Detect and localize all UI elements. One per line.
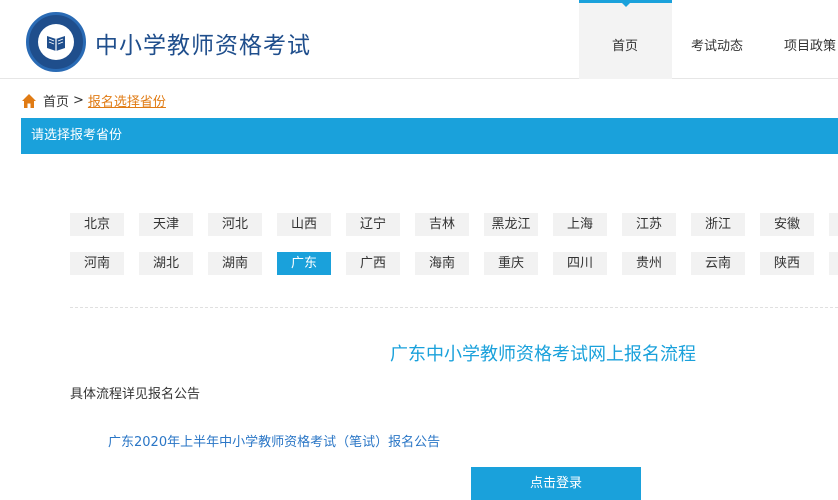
section-bar: 请选择报考省份 xyxy=(21,118,838,154)
site-logo[interactable] xyxy=(26,12,86,72)
book-icon xyxy=(47,36,65,51)
site-header: 中小学教师资格考试 首页 考试动态 项目政策 xyxy=(0,0,838,79)
section-divider xyxy=(70,307,838,308)
flow-subtitle: 具体流程详见报名公告 xyxy=(70,387,201,402)
flow-title: 广东中小学教师资格考试网上报名流程 xyxy=(390,344,696,365)
province-button-selected[interactable]: 广东 xyxy=(277,252,331,275)
province-button[interactable]: 山西 xyxy=(277,213,331,236)
province-button[interactable]: 湖南 xyxy=(208,252,262,275)
province-button[interactable]: 浙江 xyxy=(691,213,745,236)
province-button[interactable]: 辽宁 xyxy=(346,213,400,236)
province-button[interactable]: 湖北 xyxy=(139,252,193,275)
nav-active-arrow xyxy=(619,0,633,7)
province-button[interactable]: 陕西 xyxy=(760,252,814,275)
province-button[interactable]: 吉林 xyxy=(415,213,469,236)
province-button[interactable]: 江苏 xyxy=(622,213,676,236)
province-button[interactable]: 云南 xyxy=(691,252,745,275)
province-button[interactable]: 上海 xyxy=(553,213,607,236)
province-button[interactable]: 天津 xyxy=(139,213,193,236)
registration-notice-link[interactable]: 广东2020年上半年中小学教师资格考试（笔试）报名公告 xyxy=(108,431,440,450)
logo-emblem xyxy=(38,24,74,60)
province-button[interactable]: 河南 xyxy=(70,252,124,275)
home-icon xyxy=(22,93,36,108)
breadcrumb: 首页 > 报名选择省份 xyxy=(21,91,166,110)
province-button[interactable]: 黑龙江 xyxy=(484,213,538,236)
nav-exam-news[interactable]: 考试动态 xyxy=(691,35,743,54)
province-button[interactable]: 四川 xyxy=(553,252,607,275)
breadcrumb-home[interactable]: 首页 xyxy=(43,91,69,110)
province-button[interactable]: 重庆 xyxy=(484,252,538,275)
breadcrumb-separator: > xyxy=(73,93,84,108)
province-button-partial[interactable] xyxy=(829,252,838,275)
province-button[interactable]: 广西 xyxy=(346,252,400,275)
province-button[interactable]: 北京 xyxy=(70,213,124,236)
login-button[interactable]: 点击登录 xyxy=(471,467,641,500)
nav-home[interactable]: 首页 xyxy=(612,35,638,54)
site-title: 中小学教师资格考试 xyxy=(95,33,311,59)
province-button[interactable]: 河北 xyxy=(208,213,262,236)
province-button-partial[interactable] xyxy=(829,213,838,236)
province-button[interactable]: 贵州 xyxy=(622,252,676,275)
province-button[interactable]: 安徽 xyxy=(760,213,814,236)
province-button[interactable]: 海南 xyxy=(415,252,469,275)
nav-policy[interactable]: 项目政策 xyxy=(784,35,836,54)
breadcrumb-current[interactable]: 报名选择省份 xyxy=(88,91,166,110)
